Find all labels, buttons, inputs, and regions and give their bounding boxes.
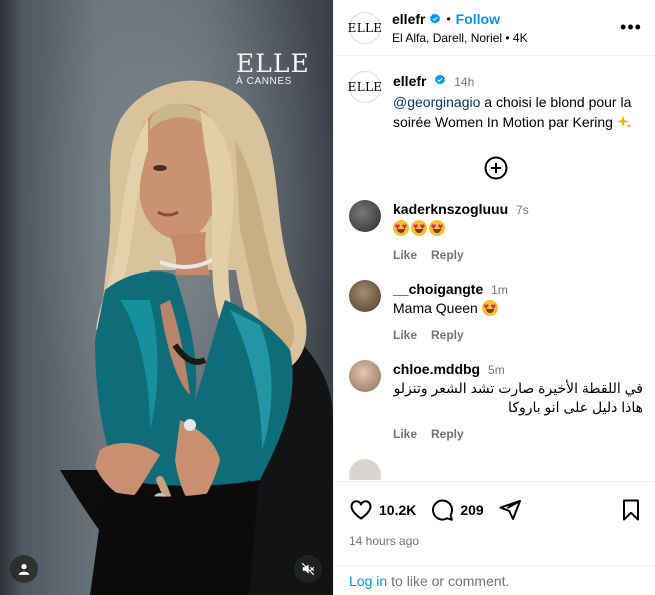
- comment-body: kaderknszogluuu 7s Like Reply: [393, 200, 643, 262]
- commenter-avatar[interactable]: [349, 459, 381, 480]
- caption-username[interactable]: ellefr: [393, 73, 426, 89]
- bookmark-icon[interactable]: [619, 498, 643, 522]
- author-line: ellefr • Follow: [392, 10, 619, 28]
- heart-icon[interactable]: [349, 498, 373, 522]
- post-viewer: ELLE À CANNES ELLE ellefr • Follow El Al…: [0, 0, 655, 595]
- share-icon[interactable]: [498, 498, 522, 522]
- user-tag-button[interactable]: [10, 555, 38, 583]
- comment-actions: Like Reply: [393, 248, 643, 262]
- comment-text: [393, 219, 643, 238]
- separator-dot: •: [446, 11, 451, 26]
- reply-comment-button[interactable]: Reply: [431, 248, 464, 262]
- post-actions: 10.2K 209: [349, 496, 643, 524]
- comment-item-partial: [349, 459, 643, 480]
- mute-toggle-button[interactable]: [294, 555, 322, 583]
- brand-wordmark: ELLE: [236, 49, 310, 78]
- caption-body: ellefr 14h @georginagio a choisi le blon…: [393, 71, 643, 132]
- post-timestamp[interactable]: 14 hours ago: [349, 534, 643, 548]
- commenter-avatar[interactable]: [349, 200, 381, 232]
- post-actions-area: 10.2K 209 14 hours ago: [334, 481, 655, 548]
- user-tag-icon: [18, 564, 30, 575]
- comment-header: __choigangte 1m: [393, 280, 643, 299]
- author-avatar[interactable]: ELLE: [348, 11, 382, 44]
- author-info: ellefr • Follow El Alfa, Darell, Noriel …: [392, 10, 619, 46]
- elle-cannes-watermark: ELLE À CANNES: [236, 49, 310, 87]
- comments-section[interactable]: ELLE ellefr 14h @georginagio a choisi le…: [334, 57, 655, 480]
- comment-body: chloe.mddbg 5m في اللقطة الأخيرة صارت تش…: [393, 360, 643, 441]
- comment-actions: Like Reply: [393, 427, 643, 441]
- sparkles-icon: [616, 115, 632, 129]
- follow-button[interactable]: Follow: [456, 10, 500, 28]
- comment-actions: Like Reply: [393, 328, 643, 342]
- comment-time[interactable]: 1m: [491, 283, 508, 297]
- mute-icon: [301, 562, 315, 576]
- like-comment-button[interactable]: Like: [393, 427, 417, 441]
- likes-count[interactable]: 10.2K: [379, 502, 416, 518]
- caption-time[interactable]: 14h: [454, 75, 474, 89]
- author-username[interactable]: ellefr: [392, 10, 425, 28]
- comment-time[interactable]: 5m: [488, 363, 505, 377]
- more-options-icon: •••: [620, 17, 642, 37]
- comment-text: في اللقطة الأخيرة صارت تشد الشعر وتنزلو …: [393, 380, 643, 415]
- comment-header: kaderknszogluuu 7s: [393, 200, 643, 219]
- comment-icon[interactable]: [430, 498, 454, 522]
- comment-text: Mama Queen: [393, 299, 643, 318]
- more-options-button[interactable]: •••: [619, 16, 643, 40]
- caption-author-avatar[interactable]: ELLE: [348, 71, 382, 103]
- audio-info[interactable]: El Alfa, Darell, Noriel • 4K: [392, 30, 619, 46]
- reply-comment-button[interactable]: Reply: [431, 328, 464, 342]
- heart-eyes-emoji-icon: [393, 220, 409, 236]
- comment-body: __choigangte 1m Mama Queen Like Reply: [393, 280, 643, 342]
- reply-comment-button[interactable]: Reply: [431, 427, 464, 441]
- login-prompt: Log in to like or comment.: [334, 565, 655, 595]
- login-prompt-text: to like or comment.: [391, 572, 510, 589]
- comment-username[interactable]: chloe.mddbg: [393, 361, 480, 377]
- like-comment-button[interactable]: Like: [393, 328, 417, 342]
- comment-header: chloe.mddbg 5m: [393, 360, 643, 379]
- post-details-panel: ELLE ellefr • Follow El Alfa, Darell, No…: [333, 0, 655, 595]
- verified-badge-icon: [435, 74, 446, 85]
- comment-item: chloe.mddbg 5m في اللقطة الأخيرة صارت تش…: [349, 360, 643, 441]
- caption-mention-link[interactable]: @georginagio: [393, 94, 480, 110]
- comment-time[interactable]: 7s: [516, 203, 529, 217]
- comment-username[interactable]: kaderknszogluuu: [393, 201, 508, 217]
- commenter-avatar[interactable]: [349, 280, 381, 312]
- caption-text: ellefr 14h @georginagio a choisi le blon…: [393, 71, 643, 132]
- heart-eyes-emoji-icon: [429, 220, 445, 236]
- load-more-icon[interactable]: [484, 156, 508, 180]
- post-media[interactable]: ELLE À CANNES: [0, 0, 333, 595]
- commenter-avatar[interactable]: [349, 360, 381, 392]
- verified-badge-icon: [430, 13, 441, 23]
- login-link[interactable]: Log in: [349, 573, 387, 589]
- photo-subject: [60, 80, 333, 595]
- comments-count[interactable]: 209: [460, 502, 483, 518]
- heart-eyes-emoji-icon: [481, 300, 498, 316]
- comment-text-content: Mama Queen: [393, 300, 482, 316]
- comment-username[interactable]: __choigangte: [393, 281, 483, 297]
- post-caption: ELLE ellefr 14h @georginagio a choisi le…: [348, 71, 643, 132]
- load-more-comments[interactable]: [349, 156, 643, 180]
- like-comment-button[interactable]: Like: [393, 248, 417, 262]
- post-header: ELLE ellefr • Follow El Alfa, Darell, No…: [334, 0, 655, 56]
- heart-eyes-emoji-icon: [411, 220, 427, 236]
- comment-item: kaderknszogluuu 7s Like Reply: [349, 200, 643, 262]
- comment-item: __choigangte 1m Mama Queen Like Reply: [349, 280, 643, 342]
